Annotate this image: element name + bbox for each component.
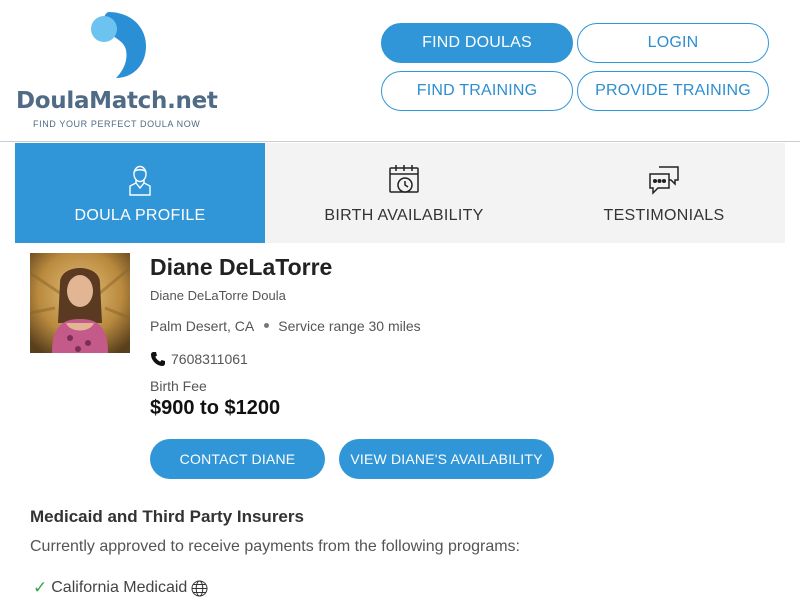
site-header: DoulaMatch.net FIND YOUR PERFECT DOULA N… (0, 0, 800, 142)
tab-label: BIRTH AVAILABILITY (324, 207, 484, 224)
provide-training-button[interactable]: PROVIDE TRAINING (577, 71, 769, 111)
checkmark-icon: ✓ (33, 578, 48, 597)
chat-bubbles-icon (649, 166, 679, 195)
tab-label: TESTIMONIALS (603, 207, 725, 224)
fee-label: Birth Fee (150, 378, 207, 394)
tab-testimonials[interactable]: TESTIMONIALS (543, 143, 785, 243)
program-name: California Medicaid (51, 579, 188, 596)
tab-label: DOULA PROFILE (74, 207, 206, 224)
phone-row[interactable]: 7608311061 (150, 351, 248, 367)
tab-doula-profile[interactable]: DOULA PROFILE (15, 143, 265, 243)
logo-text: DoulaMatch.net (16, 88, 218, 114)
doula-name: Diane DeLaTorre (150, 254, 333, 280)
calendar-clock-icon (389, 165, 419, 193)
logo-text-part2: Match.net (89, 88, 218, 114)
find-doulas-button[interactable]: FIND DOULAS (381, 23, 573, 63)
phone-icon (151, 352, 165, 366)
profile-tabs: DOULA PROFILE BIRTH AVAILABILITY TESTIMO… (15, 143, 785, 243)
location-text: Palm Desert, CA (150, 318, 255, 334)
service-range-text: Service range 30 miles (278, 318, 421, 334)
login-button[interactable]: LOGIN (577, 23, 769, 63)
tab-birth-availability[interactable]: BIRTH AVAILABILITY (265, 143, 543, 243)
contact-button[interactable]: CONTACT DIANE (150, 439, 325, 479)
logo-text-part1: Doula (16, 88, 90, 114)
logo-tagline: FIND YOUR PERFECT DOULA NOW (33, 119, 201, 129)
phone-number[interactable]: 7608311061 (171, 351, 248, 367)
fee-value: $900 to $1200 (150, 397, 281, 419)
logo-mark-icon (91, 12, 146, 78)
site-logo[interactable]: DoulaMatch.net FIND YOUR PERFECT DOULA N… (16, 12, 226, 132)
insurance-program-item: ✓ California Medicaid (33, 578, 208, 598)
doula-photo (30, 253, 130, 353)
find-training-button[interactable]: FIND TRAINING (381, 71, 573, 111)
view-availability-button[interactable]: VIEW DIANE'S AVAILABILITY (339, 439, 554, 479)
insurance-heading: Medicaid and Third Party Insurers (30, 507, 304, 526)
location-row: Palm Desert, CA Service range 30 miles (150, 318, 421, 334)
business-name: Diane DeLaTorre Doula (150, 288, 286, 303)
insurance-description: Currently approved to receive payments f… (30, 538, 520, 555)
separator-dot (264, 322, 270, 328)
person-icon (129, 165, 151, 196)
globe-icon[interactable] (191, 580, 208, 597)
